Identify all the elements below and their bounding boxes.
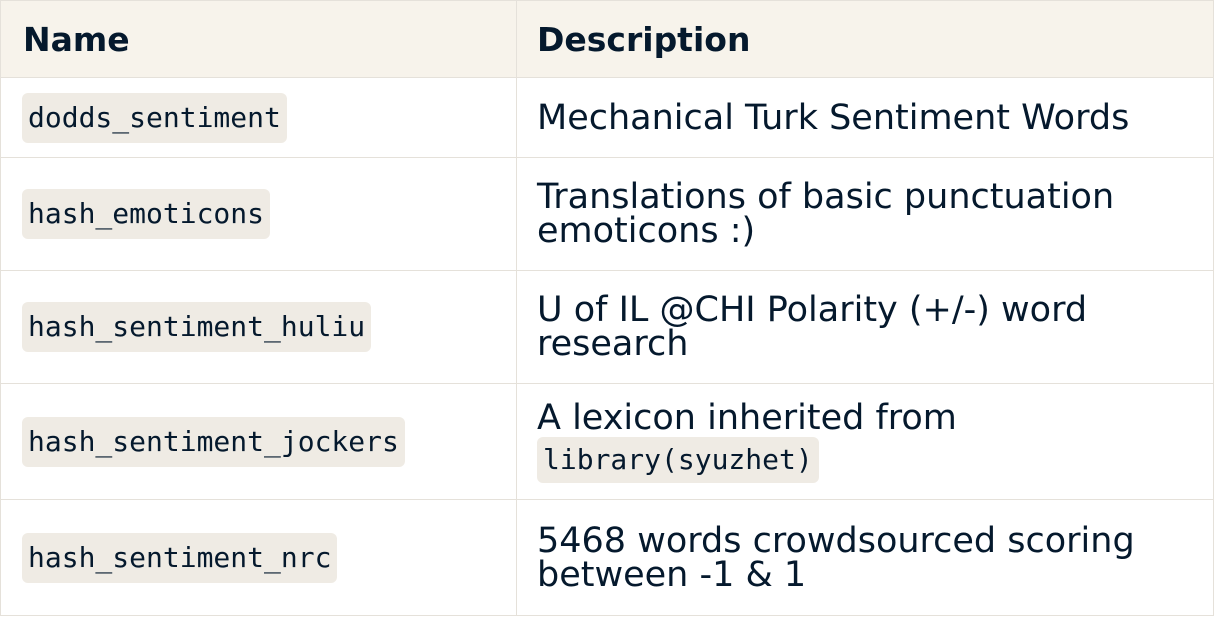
name-cell: hash_sentiment_jockers: [0, 383, 517, 500]
table-header-row: Name Description: [0, 0, 1214, 78]
description-text: U of IL @CHI Polarity (+/-) word researc…: [537, 290, 1088, 364]
description-text: Mechanical Turk Sentiment Words: [537, 97, 1130, 138]
name-cell: hash_sentiment_nrc: [0, 499, 517, 616]
table-row: hash_emoticons Translations of basic pun…: [0, 157, 1214, 271]
description-cell: Mechanical Turk Sentiment Words: [516, 77, 1214, 158]
column-header-description: Description: [516, 0, 1214, 78]
description-cell: A lexicon inherited from library(syuzhet…: [516, 383, 1214, 500]
column-header-name: Name: [0, 0, 517, 78]
lexicon-table: Name Description dodds_sentiment Mechani…: [0, 0, 1214, 616]
table-row: hash_sentiment_jockers A lexicon inherit…: [0, 383, 1214, 500]
description-cell: Translations of basic punctuation emotic…: [516, 157, 1214, 271]
table-header: Name Description: [0, 0, 1214, 78]
table-row: hash_sentiment_nrc 5468 words crowdsourc…: [0, 499, 1214, 616]
table-row: dodds_sentiment Mechanical Turk Sentimen…: [0, 77, 1214, 158]
table-row: hash_sentiment_huliu U of IL @CHI Polari…: [0, 270, 1214, 384]
description-cell: U of IL @CHI Polarity (+/-) word researc…: [516, 270, 1214, 384]
name-cell: dodds_sentiment: [0, 77, 517, 158]
lexicon-name-code: hash_sentiment_nrc: [22, 532, 338, 583]
lexicon-name-code: hash_sentiment_jockers: [22, 416, 405, 467]
name-cell: hash_sentiment_huliu: [0, 270, 517, 384]
description-inline-code: library(syuzhet): [537, 436, 819, 483]
name-cell: hash_emoticons: [0, 157, 517, 271]
description-text: Translations of basic punctuation emotic…: [537, 177, 1115, 251]
lexicon-name-code: hash_sentiment_huliu: [22, 302, 372, 352]
description-text: A lexicon inherited from: [537, 397, 957, 438]
description-text: 5468 words crowdsourced scoring between …: [537, 520, 1135, 595]
description-cell: 5468 words crowdsourced scoring between …: [516, 499, 1214, 616]
lexicon-name-code: dodds_sentiment: [22, 92, 287, 143]
lexicon-name-code: hash_emoticons: [22, 189, 271, 239]
